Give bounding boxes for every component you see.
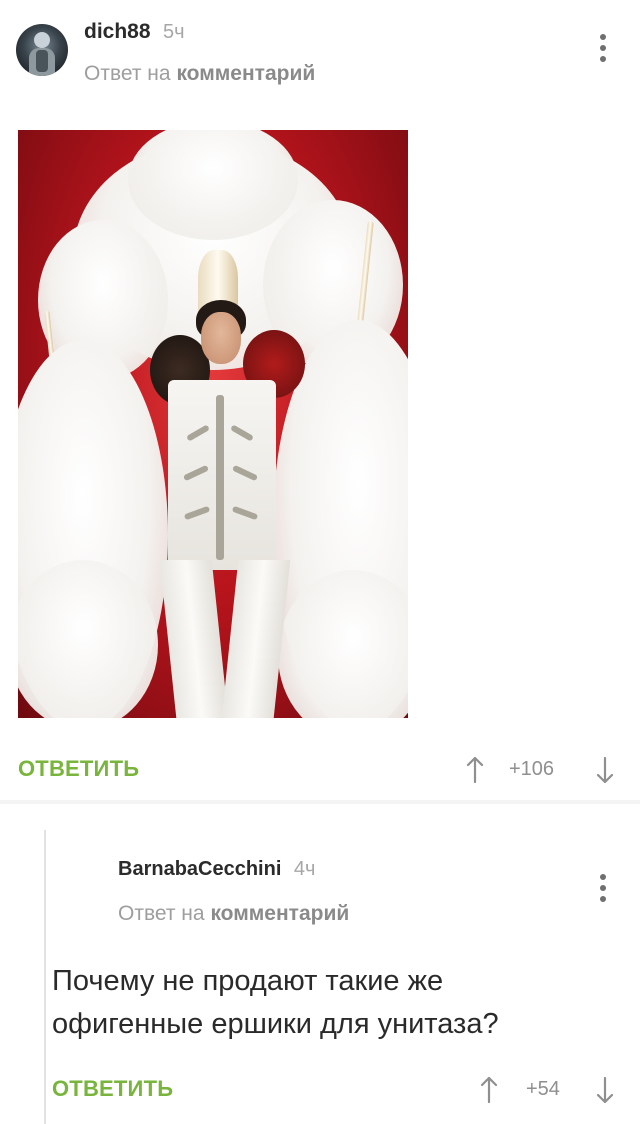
timestamp: 4ч (293, 858, 316, 880)
comment-divider (0, 800, 640, 804)
rating-count: +106 (509, 758, 555, 780)
reply-prefix: Ответ на (118, 902, 205, 925)
comment-text: Почему не продают такие же офигенные ерш… (52, 960, 499, 1046)
avatar[interactable] (16, 24, 68, 76)
arrow-down-icon[interactable] (596, 1076, 614, 1104)
reply-target-link[interactable]: комментарий (210, 902, 349, 925)
comment-header: BarnabaCecchini 4ч (118, 858, 315, 881)
comment-text-line: Почему не продают такие же (52, 965, 444, 997)
rating-count: +54 (526, 1078, 560, 1100)
reply-target-link[interactable]: комментарий (176, 62, 315, 85)
reply-button[interactable]: ОТВЕТИТЬ (52, 1076, 173, 1102)
reply-to-line: Ответ на комментарий (118, 902, 349, 926)
kebab-menu-icon[interactable] (598, 874, 608, 907)
reply-to-line: Ответ на комментарий (84, 62, 315, 86)
arrow-up-icon[interactable] (480, 1076, 498, 1104)
username[interactable]: dich88 (84, 20, 151, 43)
timestamp: 5ч (162, 21, 185, 43)
arrow-down-icon[interactable] (596, 756, 614, 784)
reply-button[interactable]: ОТВЕТИТЬ (18, 756, 139, 782)
kebab-menu-icon[interactable] (598, 34, 608, 67)
comment-text-line: офигенные ершики для унитаза? (52, 1008, 499, 1040)
username[interactable]: BarnabaCecchini (118, 858, 281, 880)
comment-header: dich88 5ч (84, 20, 185, 44)
arrow-up-icon[interactable] (466, 756, 484, 784)
thread-line (44, 830, 46, 1124)
comment-image[interactable] (18, 130, 408, 718)
reply-prefix: Ответ на (84, 62, 171, 85)
